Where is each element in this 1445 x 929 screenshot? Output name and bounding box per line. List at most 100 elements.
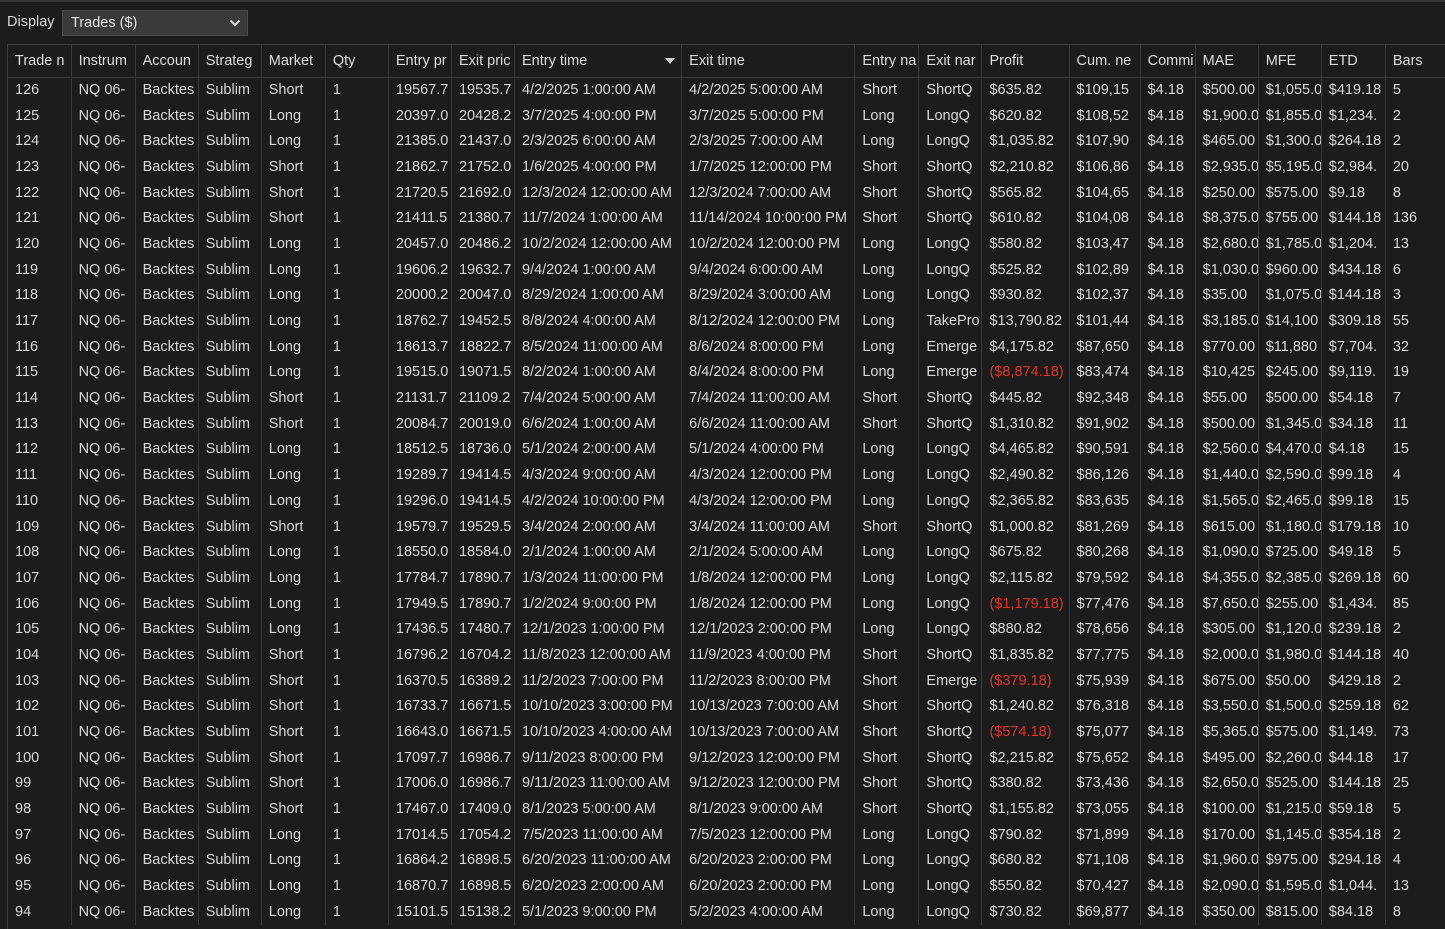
table-row[interactable]: 102 NQ 06- Backtes Sublim Short 1 16733.7 16671… [8,693,1445,720]
table-row[interactable]: 107 NQ 06- Backtes Sublim Long 1 17784.7 17890.… [8,565,1445,591]
column-header[interactable]: ETD [1321,45,1386,78]
column-header[interactable]: Accoun [135,45,199,78]
table-cell: Backtes [135,256,199,283]
table-row[interactable]: 94 NQ 06- Backtes Sublim Long 1 15101.5 15138.2… [8,899,1445,925]
column-header[interactable]: Exit time [681,45,856,78]
table-cell: $350.00 [1195,899,1259,925]
table-cell: 2/1/2024 5:00:00 AM [681,539,856,566]
table-cell: NQ 06- [71,873,136,899]
table-cell: $4.18 [1140,179,1196,206]
column-header[interactable]: Bars [1385,45,1445,78]
table-cell: LongQ [918,488,983,514]
table-row[interactable]: 113 NQ 06- Backtes Sublim Short 1 20084.7 20019… [8,410,1445,437]
table-row[interactable]: 98 NQ 06- Backtes Sublim Short 1 17467.0 17409.… [8,796,1445,822]
table-row[interactable]: 105 NQ 06- Backtes Sublim Long 1 17436.5 17480.… [8,616,1445,643]
table-cell: Long [261,616,326,643]
table-cell: Backtes [135,899,199,925]
table-cell: 7/4/2024 5:00:00 AM [514,385,683,411]
table-cell: NQ 06- [71,770,136,797]
table-cell: 6 [1385,256,1445,283]
table-cell: $2,650.0 [1195,770,1259,797]
table-row[interactable]: 97 NQ 06- Backtes Sublim Long 1 17014.5 17054.2… [8,821,1445,848]
table-cell: 17 [1385,744,1445,771]
table-cell: Backtes [135,462,199,488]
column-header[interactable]: Market [261,45,326,78]
table-cell: 10/10/2023 4:00:00 AM [514,719,683,745]
column-header[interactable]: Cum. ne [1069,45,1141,78]
table-cell: 1/2/2024 9:00:00 PM [514,590,683,617]
column-header[interactable]: Qty [325,45,389,78]
display-toolbar: Display Trades ($) [0,2,1445,42]
table-cell: 21437.0 [451,128,516,155]
table-cell: 116 [8,333,72,360]
table-row[interactable]: 114 NQ 06- Backtes Sublim Short 1 21131.7 21109… [8,385,1445,411]
table-row[interactable]: 112 NQ 06- Backtes Sublim Long 1 18512.5 18736.… [8,436,1445,463]
table-row[interactable]: 119 NQ 06- Backtes Sublim Long 1 19606.2 19632.… [8,256,1445,283]
table-cell: Long [854,436,920,463]
table-cell: 16898.5 [451,873,516,899]
column-header[interactable]: Strateg [198,45,262,78]
table-cell: NQ 06- [71,744,136,771]
table-row[interactable]: 99 NQ 06- Backtes Sublim Short 1 17006.0 16986.… [8,770,1445,797]
table-cell: 17949.5 [388,590,452,617]
table-row[interactable]: 95 NQ 06- Backtes Sublim Long 1 16870.7 16898.5… [8,873,1445,899]
table-cell: ShortQ [918,513,983,540]
table-cell: 20000.2 [388,282,452,309]
column-header-label: Commi [1147,52,1194,69]
table-row[interactable]: 123 NQ 06- Backtes Sublim Short 1 21862.7 21752… [8,154,1445,180]
table-row[interactable]: 111 NQ 06- Backtes Sublim Long 1 19289.7 19414.… [8,462,1445,488]
table-row[interactable]: 100 NQ 06- Backtes Sublim Short 1 17097.7 16986… [8,744,1445,771]
column-header[interactable]: Exit pric [451,45,516,78]
table-cell: $1,900.0 [1195,102,1259,129]
table-row[interactable]: 126 NQ 06- Backtes Sublim Short 1 19567.7 19535… [8,77,1445,103]
display-select[interactable]: Trades ($) [62,10,248,36]
column-header[interactable]: Trade n [8,45,72,78]
table-cell: 10/10/2023 3:00:00 PM [514,693,683,720]
table-row[interactable]: 115 NQ 06- Backtes Sublim Long 1 19515.0 19071.… [8,359,1445,386]
column-header[interactable]: Instrum [71,45,136,78]
table-cell: 20486.2 [451,231,516,257]
table-cell: 15101.5 [388,899,452,925]
column-header[interactable]: Entry na [854,45,920,78]
column-header[interactable]: Entry pr [388,45,452,78]
table-cell: 9/11/2023 8:00:00 PM [514,744,683,771]
column-header[interactable]: Entry time [514,45,683,78]
column-header[interactable]: Exit nar [918,45,983,78]
table-cell: 6/6/2024 1:00:00 AM [514,410,683,437]
table-row[interactable]: 121 NQ 06- Backtes Sublim Short 1 21411.5 21380… [8,205,1445,232]
table-row[interactable]: 106 NQ 06- Backtes Sublim Long 1 17949.5 17890.… [8,590,1445,617]
table-cell: LongQ [918,873,983,899]
table-cell: $4,355.0 [1195,565,1259,591]
table-row[interactable]: 116 NQ 06- Backtes Sublim Long 1 18613.7 18822.… [8,333,1445,360]
table-row[interactable]: 110 NQ 06- Backtes Sublim Long 1 19296.0 19414.… [8,488,1445,514]
table-row[interactable]: 124 NQ 06- Backtes Sublim Long 1 21385.0 21437.… [8,128,1445,155]
table-cell: 9/12/2023 12:00:00 PM [681,744,856,771]
column-header[interactable]: MAE [1195,45,1259,78]
table-cell: ShortQ [918,205,983,232]
table-row[interactable]: 101 NQ 06- Backtes Sublim Short 1 16643.0 16671… [8,719,1445,745]
table-row[interactable]: 103 NQ 06- Backtes Sublim Short 1 16370.5 16389… [8,667,1445,694]
table-row[interactable]: 122 NQ 06- Backtes Sublim Short 1 21720.5 21692… [8,179,1445,206]
column-header[interactable]: MFE [1258,45,1322,78]
column-header[interactable]: Profit [981,45,1070,78]
table-cell: 1 [325,205,389,232]
table-row[interactable]: 104 NQ 06- Backtes Sublim Short 1 16796.2 16704… [8,642,1445,668]
table-cell: $1,565.0 [1195,488,1259,514]
table-row[interactable]: 117 NQ 06- Backtes Sublim Long 1 18762.7 19452.… [8,308,1445,334]
display-label: Display [7,14,55,30]
table-row[interactable]: 118 NQ 06- Backtes Sublim Long 1 20000.2 20047.… [8,282,1445,309]
table-row[interactable]: 96 NQ 06- Backtes Sublim Long 1 16864.2 16898.5… [8,847,1445,874]
table-cell: NQ 06- [71,693,136,720]
table-cell: Sublim [198,667,262,694]
column-header[interactable]: Commi [1140,45,1196,78]
table-cell: $1,234. [1321,102,1386,129]
table-cell: Long [854,899,920,925]
table-cell: 136 [1385,205,1445,232]
table-row[interactable]: 109 NQ 06- Backtes Sublim Short 1 19579.7 19529… [8,513,1445,540]
table-cell: $1,030.0 [1195,256,1259,283]
table-cell: 121 [8,205,72,232]
table-cell: 119 [8,256,72,283]
table-row[interactable]: 120 NQ 06- Backtes Sublim Long 1 20457.0 20486.… [8,231,1445,257]
table-row[interactable]: 125 NQ 06- Backtes Sublim Long 1 20397.0 20428.… [8,102,1445,129]
table-row[interactable]: 108 NQ 06- Backtes Sublim Long 1 18550.0 18584.… [8,539,1445,566]
